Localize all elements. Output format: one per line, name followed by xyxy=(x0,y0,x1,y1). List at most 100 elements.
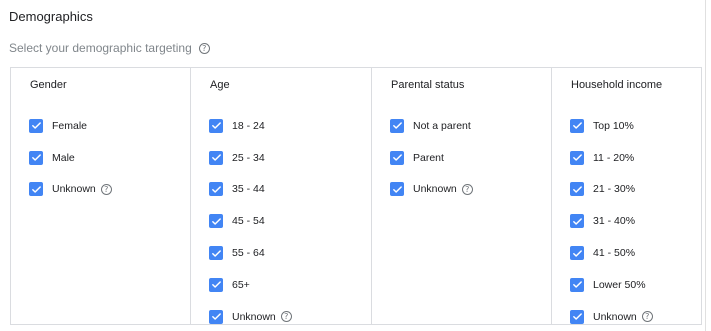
checkbox[interactable] xyxy=(570,182,584,197)
option-label: Male xyxy=(52,151,75,164)
column-household-income: Household income Top 10% 11 - 20% 21 - 30%… xyxy=(552,68,701,324)
column-gender: Gender Female Male Unknown? xyxy=(11,68,191,324)
option-label: 45 - 54 xyxy=(232,215,265,228)
option-list: Female Male Unknown? xyxy=(29,110,112,205)
option-list: Top 10% 11 - 20% 21 - 30% 31 - 40% 41 - 50% L… xyxy=(570,110,653,331)
option-label: 31 - 40% xyxy=(593,215,636,228)
checkbox-option[interactable]: 41 - 50% xyxy=(570,237,653,269)
option-label: Top 10% xyxy=(593,119,634,132)
checkbox-option[interactable]: 25 - 34 xyxy=(209,142,292,174)
option-label: 18 - 24 xyxy=(232,119,265,132)
check-icon xyxy=(211,281,221,289)
check-icon xyxy=(572,249,582,257)
checkbox[interactable] xyxy=(570,118,584,133)
checkbox-option[interactable]: 45 - 54 xyxy=(209,205,292,237)
option-list: 18 - 24 25 - 34 35 - 44 45 - 54 55 - 64 65+ Un… xyxy=(209,110,292,331)
checkbox-option[interactable]: 55 - 64 xyxy=(209,237,292,269)
section-title: Demographics xyxy=(9,9,93,24)
checkbox[interactable] xyxy=(29,118,43,133)
checkbox[interactable] xyxy=(390,182,404,197)
checkbox-option[interactable]: Parent xyxy=(390,142,473,174)
check-icon xyxy=(31,154,41,161)
checkbox[interactable] xyxy=(390,150,404,165)
checkbox[interactable] xyxy=(209,182,223,197)
option-label: 55 - 64 xyxy=(232,247,265,260)
option-label: Not a parent xyxy=(413,119,471,132)
column-title: Parental status xyxy=(391,79,465,91)
check-icon xyxy=(392,122,402,130)
help-circle-icon[interactable]: ? xyxy=(280,311,292,323)
option-label: 25 - 34 xyxy=(232,151,265,164)
help-circle-icon[interactable]: ? xyxy=(461,183,473,195)
checkbox-option[interactable]: Not a parent xyxy=(390,110,473,142)
checkbox[interactable] xyxy=(209,150,223,165)
checkbox[interactable] xyxy=(570,150,584,165)
checkbox[interactable] xyxy=(209,118,223,133)
help-circle-icon[interactable]: ? xyxy=(100,183,112,195)
column-age: Age 18 - 24 25 - 34 35 - 44 45 - 54 55 - 64 6… xyxy=(191,68,372,324)
check-icon xyxy=(572,281,582,289)
checkbox[interactable] xyxy=(570,214,584,229)
option-label: Unknown xyxy=(52,183,96,196)
help-circle-icon[interactable]: ? xyxy=(641,311,653,323)
check-icon xyxy=(31,122,41,130)
checkbox[interactable] xyxy=(570,309,584,324)
checkbox[interactable] xyxy=(29,150,43,165)
checkbox-option[interactable]: 21 - 30% xyxy=(570,174,653,206)
option-label: 65+ xyxy=(232,278,250,291)
check-icon xyxy=(211,122,221,130)
option-label: 35 - 44 xyxy=(232,183,265,196)
option-label: 11 - 20% xyxy=(593,151,635,164)
check-icon xyxy=(572,186,582,193)
column-title: Household income xyxy=(571,79,663,91)
demographics-grid: Gender Female Male Unknown? Age 18 - 24 25 … xyxy=(10,67,702,325)
checkbox-option[interactable]: 31 - 40% xyxy=(570,205,653,237)
checkbox[interactable] xyxy=(570,277,584,292)
checkbox[interactable] xyxy=(209,277,223,292)
checkbox-option[interactable]: Unknown? xyxy=(209,301,292,331)
checkbox-option[interactable]: Male xyxy=(29,142,112,174)
column-title: Age xyxy=(210,79,230,91)
option-label: Female xyxy=(52,119,88,132)
checkbox[interactable] xyxy=(29,182,43,197)
check-icon xyxy=(572,154,582,161)
check-icon xyxy=(572,122,582,130)
option-label: 21 - 30% xyxy=(593,183,636,196)
checkbox[interactable] xyxy=(209,246,223,261)
option-list: Not a parent Parent Unknown? xyxy=(390,110,473,205)
column-parental-status: Parental status Not a parent Parent Unknow… xyxy=(372,68,552,324)
checkbox-option[interactable]: Unknown? xyxy=(570,301,653,331)
check-icon xyxy=(392,154,402,161)
check-icon xyxy=(211,186,221,193)
checkbox[interactable] xyxy=(209,214,223,229)
check-icon xyxy=(211,154,221,161)
check-icon xyxy=(31,186,41,193)
option-label: Lower 50% xyxy=(593,278,646,291)
section-subtitle-row: Select your demographic targeting ? xyxy=(9,41,210,55)
checkbox-option[interactable]: Lower 50% xyxy=(570,269,653,301)
column-title: Gender xyxy=(30,79,67,91)
option-label: Unknown xyxy=(232,310,276,323)
checkbox[interactable] xyxy=(390,118,404,133)
check-icon xyxy=(392,186,402,193)
checkbox-option[interactable]: 65+ xyxy=(209,269,292,301)
option-label: 41 - 50% xyxy=(593,247,636,260)
check-icon xyxy=(572,313,582,320)
check-icon xyxy=(572,218,582,225)
checkbox-option[interactable]: 18 - 24 xyxy=(209,110,292,142)
checkbox-option[interactable]: Unknown? xyxy=(390,174,473,206)
check-icon xyxy=(211,313,221,320)
option-label: Parent xyxy=(413,151,444,164)
checkbox-option[interactable]: Top 10% xyxy=(570,110,653,142)
checkbox-option[interactable]: 35 - 44 xyxy=(209,174,292,206)
checkbox-option[interactable]: Unknown? xyxy=(29,174,112,206)
option-label: Unknown xyxy=(593,310,637,323)
option-label: Unknown xyxy=(413,183,457,196)
check-icon xyxy=(211,218,221,225)
help-circle-icon[interactable]: ? xyxy=(198,42,210,54)
checkbox-option[interactable]: Female xyxy=(29,110,112,142)
section-subtitle: Select your demographic targeting xyxy=(9,41,192,55)
checkbox[interactable] xyxy=(570,246,584,261)
checkbox-option[interactable]: 11 - 20% xyxy=(570,142,653,174)
checkbox[interactable] xyxy=(209,309,223,324)
